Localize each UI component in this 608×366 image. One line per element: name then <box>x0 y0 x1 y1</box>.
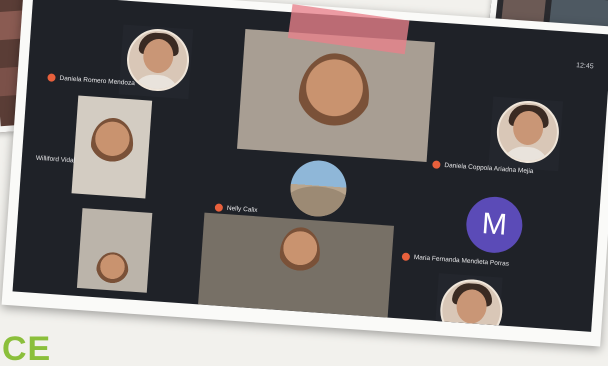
participant-face <box>95 251 130 290</box>
speaking-indicator-icon <box>214 203 224 212</box>
video-tile <box>76 208 153 293</box>
landscape-avatar <box>288 158 349 219</box>
avatar-body <box>445 323 494 332</box>
participant-name-label: Maria Fernanda Mendieta Porras <box>413 254 510 268</box>
participant-name-label: Nelly Calix <box>226 204 258 215</box>
speaking-indicator-icon <box>47 73 56 82</box>
video-tile <box>71 95 153 199</box>
participant-face <box>295 51 372 142</box>
video-tile <box>198 212 395 318</box>
speaking-indicator-icon <box>432 160 441 169</box>
avatar-tile <box>118 24 194 100</box>
avatar-body <box>502 145 550 166</box>
avatar-tile <box>488 96 564 172</box>
speaking-indicator-icon <box>401 252 411 262</box>
participant-avatar <box>438 277 505 332</box>
printed-photo: Daniela Romero Mendoza Williford Vidal D… <box>1 0 608 347</box>
landscape-hill <box>288 184 349 219</box>
logo-text: CE <box>2 330 52 366</box>
participant-face <box>89 116 135 172</box>
participant-avatar <box>494 98 561 166</box>
call-clock: 12:45 <box>575 62 594 71</box>
avatar-tile <box>434 273 505 332</box>
participant-name-label: Williford Vidal <box>35 154 76 165</box>
participant-name: Nelly Calix <box>214 203 258 215</box>
avatar-body <box>132 73 180 94</box>
video-call-grid: Daniela Romero Mendoza Williford Vidal D… <box>12 0 608 332</box>
participant-name: Maria Fernanda Mendieta Porras <box>401 252 510 268</box>
scene: Daniela Romero Mendoza Williford Vidal D… <box>0 0 608 366</box>
participant-face <box>278 226 322 281</box>
letter-avatar: M <box>464 194 525 255</box>
participant-name: Williford Vidal <box>36 155 76 165</box>
